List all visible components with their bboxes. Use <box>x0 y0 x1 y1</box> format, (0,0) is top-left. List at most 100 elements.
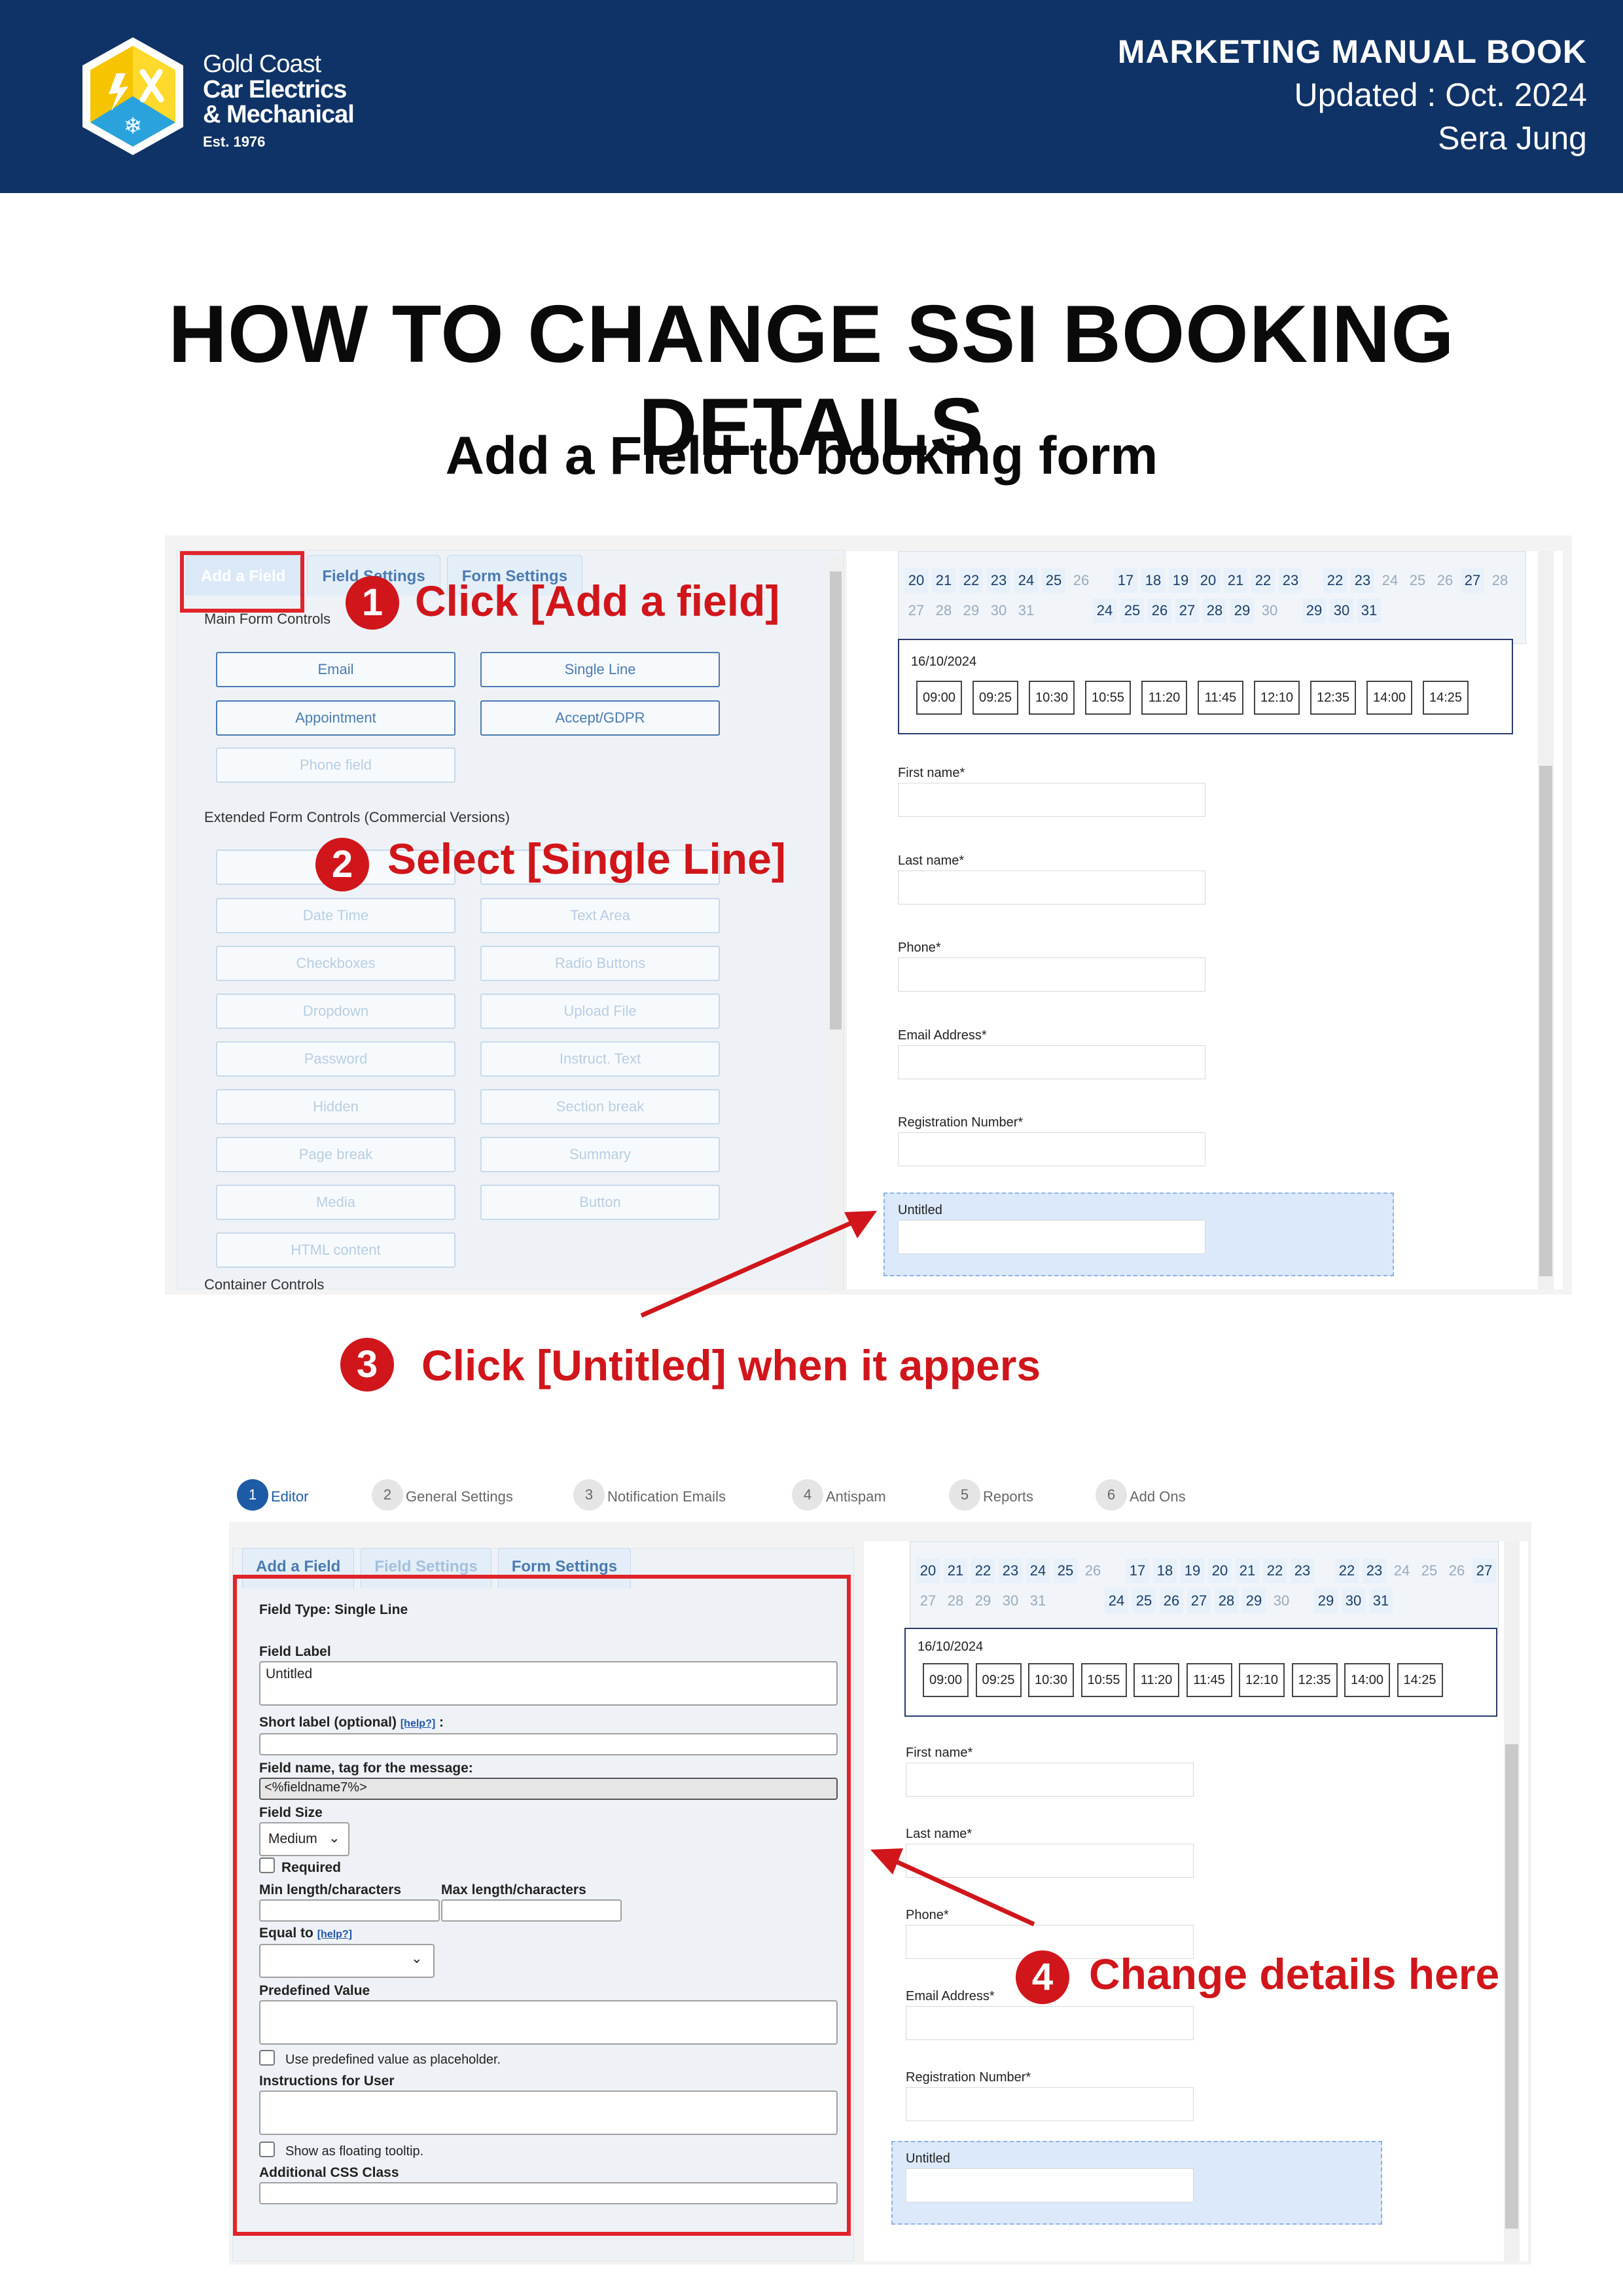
date-time-control-button[interactable]: Date Time <box>216 898 455 933</box>
time-slot-button[interactable]: 11:45 <box>1198 681 1243 715</box>
time-slot-button[interactable]: 09:00 <box>923 1663 969 1697</box>
calendar-day[interactable]: 19 <box>1169 568 1192 593</box>
appointment-control-button[interactable]: Appointment <box>216 700 455 736</box>
left-scrollbar-thumb[interactable] <box>830 571 842 1030</box>
single-line-control-button[interactable]: Single Line <box>480 652 720 687</box>
time-slot-button[interactable]: 10:30 <box>1029 681 1075 715</box>
calendar-day[interactable]: 28 <box>1203 598 1226 623</box>
time-slot-button[interactable]: 10:55 <box>1080 1663 1127 1697</box>
calendar-day[interactable]: 29 <box>959 598 983 623</box>
calendar-day[interactable]: 28 <box>1488 568 1512 593</box>
calendar-day[interactable]: 23 <box>1351 568 1374 593</box>
upload-file-control-button[interactable]: Upload File <box>480 994 720 1029</box>
calendar-day[interactable]: 29 <box>1242 1588 1266 1613</box>
text-area-control-button[interactable]: Text Area <box>480 898 720 933</box>
field-input[interactable] <box>898 1045 1205 1079</box>
calendar-day[interactable]: 29 <box>1230 598 1254 623</box>
calendar-day[interactable]: 20 <box>1208 1558 1232 1583</box>
time-slot-button[interactable]: 09:00 <box>916 681 962 715</box>
calendar-day[interactable]: 27 <box>1187 1588 1211 1613</box>
wizard-step-number[interactable]: 6 <box>1096 1479 1127 1511</box>
html-content-control-button[interactable]: HTML content <box>216 1232 455 1268</box>
calendar-day[interactable]: 31 <box>1369 1588 1393 1613</box>
wizard-step-number[interactable]: 5 <box>949 1479 980 1511</box>
calendar-day[interactable]: 24 <box>1026 1558 1050 1583</box>
calendar-day[interactable]: 24 <box>1378 568 1402 593</box>
time-slot-button[interactable]: 12:10 <box>1254 681 1300 715</box>
calendar-day[interactable]: 23 <box>1291 1558 1314 1583</box>
calendar-day[interactable]: 21 <box>932 568 955 593</box>
wizard-step-number[interactable]: 4 <box>792 1479 823 1511</box>
calendar-day[interactable]: 25 <box>1120 598 1144 623</box>
instruct-text-control-button[interactable]: Instruct. Text <box>480 1041 720 1077</box>
field-input[interactable] <box>898 870 1205 905</box>
time-slot-button[interactable]: 14:00 <box>1344 1663 1390 1697</box>
wizard-step-label[interactable]: Notification Emails <box>607 1488 726 1505</box>
field-input[interactable] <box>898 958 1205 992</box>
time-slot-button[interactable]: 12:35 <box>1310 681 1356 715</box>
time-slot-button[interactable]: 11:45 <box>1186 1663 1232 1697</box>
summary-control-button[interactable]: Summary <box>480 1137 720 1172</box>
untitled-field-input[interactable] <box>906 2168 1194 2202</box>
calendar-day[interactable]: 27 <box>1175 598 1199 623</box>
calendar-day[interactable]: 17 <box>1114 568 1137 593</box>
calendar-day[interactable]: 29 <box>971 1588 995 1613</box>
calendar-day[interactable]: 29 <box>1314 1588 1338 1613</box>
calendar-day[interactable]: 25 <box>1042 568 1065 593</box>
calendar-day[interactable]: 30 <box>1270 1588 1293 1613</box>
calendar-day[interactable]: 24 <box>1390 1558 1414 1583</box>
time-slot-button[interactable]: 11:20 <box>1133 1663 1179 1697</box>
calendar-day[interactable]: 25 <box>1054 1558 1077 1583</box>
calendar-day[interactable]: 30 <box>999 1588 1022 1613</box>
wizard-step-label[interactable]: Add Ons <box>1130 1488 1186 1505</box>
time-slot-button[interactable]: 10:55 <box>1085 681 1131 715</box>
calendar-day[interactable]: 28 <box>1215 1588 1238 1613</box>
field-input[interactable] <box>906 2006 1194 2040</box>
time-slot-button[interactable]: 10:30 <box>1028 1663 1074 1697</box>
calendar-day[interactable]: 30 <box>987 598 1010 623</box>
untitled-field-input[interactable] <box>898 1219 1205 1254</box>
calendar-day[interactable]: 21 <box>1236 1558 1259 1583</box>
field-input[interactable] <box>906 2087 1194 2121</box>
right-scrollbar-thumb[interactable] <box>1539 766 1552 1276</box>
calendar-day[interactable]: 27 <box>916 1588 940 1613</box>
calendar-day[interactable]: 27 <box>1461 568 1484 593</box>
email-control-button[interactable]: Email <box>216 652 455 687</box>
field-input[interactable] <box>906 1763 1194 1797</box>
accept-gdpr-control-button[interactable]: Accept/GDPR <box>480 700 720 736</box>
calendar-day[interactable]: 28 <box>932 598 955 623</box>
section-break-control-button[interactable]: Section break <box>480 1089 720 1124</box>
calendar-day[interactable]: 29 <box>1302 598 1326 623</box>
calendar-day[interactable]: 24 <box>1014 568 1038 593</box>
calendar-day[interactable]: 31 <box>1357 598 1381 623</box>
hidden-control-button[interactable]: Hidden <box>216 1089 455 1124</box>
calendar-day[interactable]: 20 <box>916 1558 940 1583</box>
calendar-day[interactable]: 21 <box>944 1558 967 1583</box>
calendar-day[interactable]: 22 <box>1263 1558 1287 1583</box>
calendar-day[interactable]: 26 <box>1160 1588 1183 1613</box>
radio-buttons-control-button[interactable]: Radio Buttons <box>480 946 720 981</box>
calendar-day[interactable]: 23 <box>1279 568 1302 593</box>
calendar-day[interactable]: 22 <box>1251 568 1275 593</box>
calendar-day[interactable]: 22 <box>1335 1558 1359 1583</box>
right-scrollbar-thumb[interactable] <box>1505 1744 1518 2229</box>
calendar-day[interactable]: 26 <box>1069 568 1093 593</box>
time-slot-button[interactable]: 09:25 <box>975 1663 1022 1697</box>
calendar-day[interactable]: 30 <box>1258 598 1281 623</box>
calendar-day[interactable]: 20 <box>904 568 928 593</box>
wizard-step-label[interactable]: General Settings <box>406 1488 513 1505</box>
calendar-day[interactable]: 27 <box>1472 1558 1496 1583</box>
field-input[interactable] <box>898 783 1205 817</box>
calendar-day[interactable]: 27 <box>904 598 928 623</box>
calendar-day[interactable]: 26 <box>1148 598 1171 623</box>
calendar-day[interactable]: 25 <box>1418 1558 1441 1583</box>
calendar-day[interactable]: 23 <box>1363 1558 1386 1583</box>
calendar-day[interactable]: 23 <box>987 568 1010 593</box>
calendar-day[interactable]: 18 <box>1141 568 1165 593</box>
calendar-day[interactable]: 26 <box>1081 1558 1105 1583</box>
calendar-day[interactable]: 20 <box>1196 568 1220 593</box>
calendar-day[interactable]: 24 <box>1105 1588 1128 1613</box>
calendar-day[interactable]: 22 <box>1323 568 1347 593</box>
password-control-button[interactable]: Password <box>216 1041 455 1077</box>
field-input[interactable] <box>898 1132 1205 1166</box>
